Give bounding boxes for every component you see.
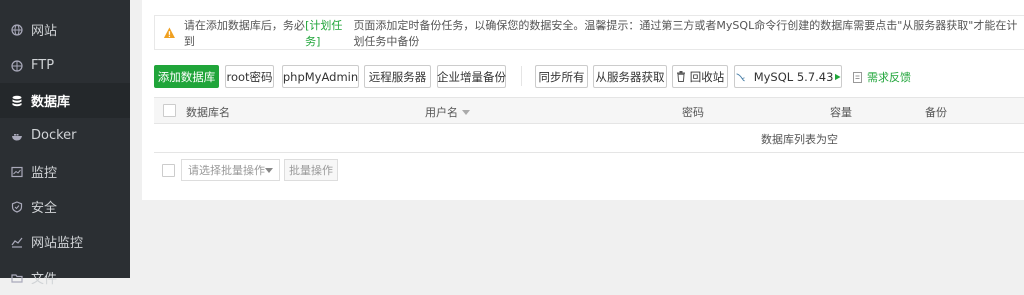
warning-alert: 请在添加数据库后，务必到 [计划任务] 页面添加定时备份任务，以确保您的数据安全。温… bbox=[154, 15, 1024, 50]
col-username[interactable]: 用户名 bbox=[425, 104, 470, 120]
feedback-label: 需求反馈 bbox=[867, 71, 911, 84]
shield-icon bbox=[11, 200, 23, 213]
root-password-button[interactable]: root密码 bbox=[225, 65, 274, 88]
feedback-icon bbox=[853, 71, 862, 83]
remote-server-button[interactable]: 远程服务器 bbox=[364, 65, 431, 88]
globe-icon bbox=[11, 23, 23, 36]
database-icon bbox=[11, 95, 23, 107]
col-capacity: 容量 bbox=[830, 106, 852, 119]
sidebar-item-label: 监控 bbox=[31, 166, 58, 181]
mysql-version-button[interactable]: MySQL 5.7.43 bbox=[734, 65, 842, 88]
toolbar-divider bbox=[521, 66, 522, 86]
dolphin-icon bbox=[736, 72, 745, 81]
sidebar-item-label: 数据库 bbox=[31, 95, 71, 110]
sidebar: 网站 FTP 数据库 Docker 监控 安全 网站监控 文件 bbox=[0, 0, 130, 287]
sidebar-item-website[interactable]: 网站 bbox=[0, 12, 130, 47]
batch-select-checkbox[interactable] bbox=[162, 164, 175, 177]
add-database-button[interactable]: 添加数据库 bbox=[154, 65, 219, 88]
get-from-server-button[interactable]: 从服务器获取 bbox=[593, 65, 667, 88]
globe-icon bbox=[11, 59, 23, 72]
empty-table-text: 数据库列表为空 bbox=[761, 133, 838, 146]
database-table: 数据库名 用户名 密码 容量 备份 数据库列表为空 bbox=[154, 97, 1024, 153]
empty-table-row: 数据库列表为空 bbox=[154, 124, 1024, 153]
recycle-bin-button[interactable]: 回收站 bbox=[672, 65, 728, 88]
batch-operation-button[interactable]: 批量操作 bbox=[284, 159, 338, 181]
trash-icon bbox=[676, 71, 685, 82]
incremental-backup-button[interactable]: 企业增量备份 bbox=[437, 65, 506, 88]
select-all-checkbox[interactable] bbox=[163, 104, 176, 117]
alert-text-after: 页面添加定时备份任务，以确保您的数据安全。温馨提示：通过第三方或者MySQL命令… bbox=[353, 18, 1018, 48]
batch-select-placeholder: 请选择批量操作 bbox=[188, 164, 265, 177]
feedback-link[interactable]: 需求反馈 bbox=[853, 69, 911, 85]
alert-text-before: 请在添加数据库后，务必到 bbox=[183, 18, 305, 48]
sidebar-item-ftp[interactable]: FTP bbox=[0, 48, 130, 83]
col-username-label: 用户名 bbox=[425, 106, 458, 119]
sidebar-item-monitor[interactable]: 监控 bbox=[0, 154, 130, 189]
recycle-bin-label: 回收站 bbox=[689, 69, 725, 84]
monitor-icon bbox=[11, 166, 23, 178]
sidebar-item-docker[interactable]: Docker bbox=[0, 118, 130, 153]
col-db-name[interactable]: 数据库名 bbox=[186, 104, 230, 120]
play-icon bbox=[835, 73, 841, 80]
table-header: 数据库名 用户名 密码 容量 备份 bbox=[154, 97, 1024, 124]
sidebar-item-security[interactable]: 安全 bbox=[0, 189, 130, 224]
batch-operation-select[interactable]: 请选择批量操作 bbox=[181, 159, 280, 181]
col-password: 密码 bbox=[682, 106, 704, 119]
sidebar-item-label: 网站 bbox=[31, 24, 58, 39]
sidebar-item-label: Docker bbox=[31, 128, 77, 143]
mysql-version-label: MySQL 5.7.43 bbox=[753, 69, 834, 84]
sidebar-item-site-monitor[interactable]: 网站监控 bbox=[0, 224, 130, 259]
sidebar-item-label: 网站监控 bbox=[31, 236, 84, 251]
chart-icon bbox=[11, 236, 23, 248]
docker-icon bbox=[11, 130, 23, 142]
col-backup: 备份 bbox=[925, 106, 947, 119]
sort-icon bbox=[462, 110, 470, 115]
sync-all-button[interactable]: 同步所有 bbox=[535, 65, 588, 88]
cron-task-link[interactable]: [计划任务] bbox=[305, 17, 353, 49]
sidebar-item-label: 安全 bbox=[31, 201, 58, 216]
phpmyadmin-button[interactable]: phpMyAdmin bbox=[282, 65, 359, 88]
chevron-down-icon bbox=[265, 168, 273, 173]
warning-icon bbox=[163, 26, 175, 38]
sidebar-item-label: FTP bbox=[31, 58, 55, 73]
sidebar-item-database[interactable]: 数据库 bbox=[0, 83, 130, 118]
